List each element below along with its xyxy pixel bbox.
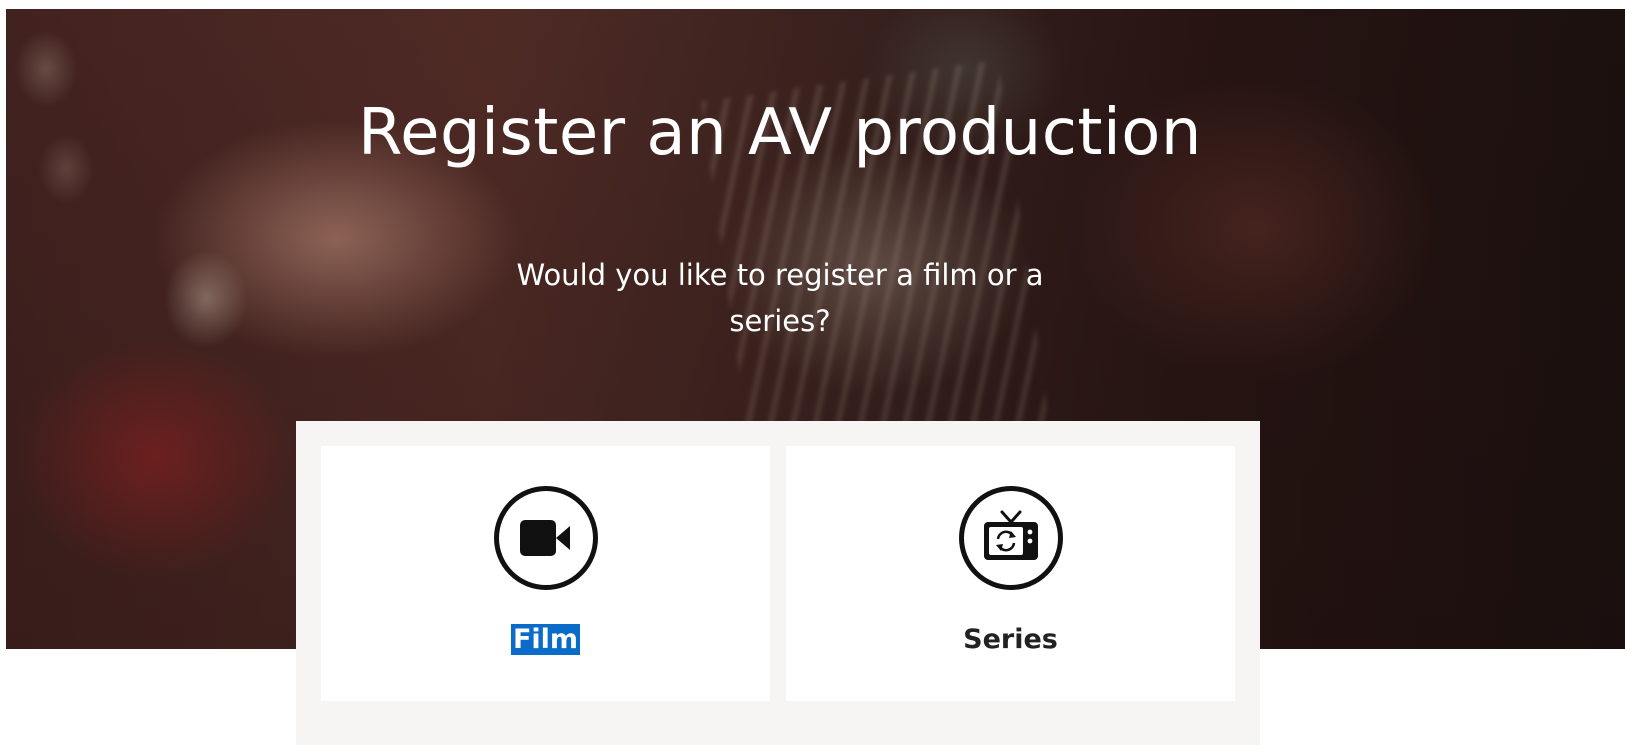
production-type-panel: Film Series [296, 421, 1260, 745]
page-subtitle: Would you like to register a film or a s… [516, 258, 1044, 338]
video-camera-icon [493, 486, 598, 590]
series-option-card[interactable]: Series [786, 446, 1235, 701]
film-option-card[interactable]: Film [321, 446, 770, 701]
series-option-label: Series [963, 624, 1058, 655]
page-title: Register an AV production [358, 96, 1202, 170]
tv-series-icon [958, 486, 1063, 590]
film-option-label: Film [510, 624, 581, 655]
